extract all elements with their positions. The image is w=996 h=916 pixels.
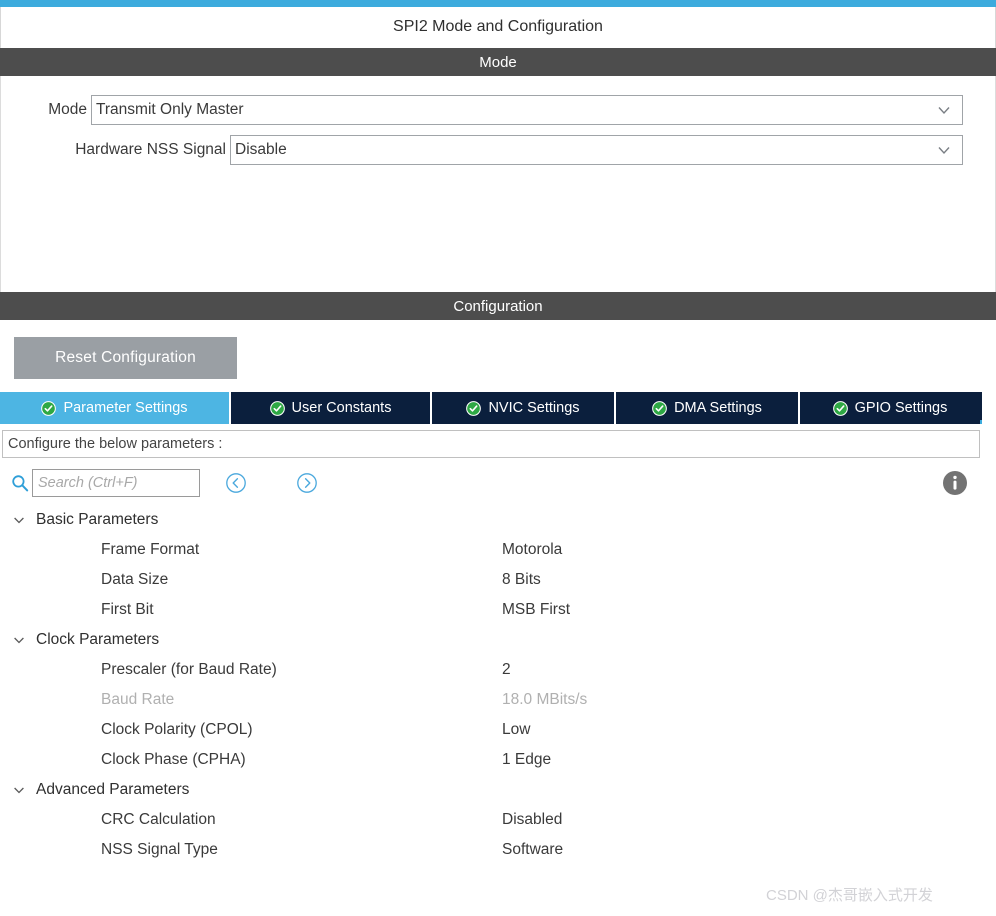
chevron-down-icon: [12, 513, 26, 527]
watermark: CSDN @杰哥嵌入式开发: [766, 887, 933, 904]
hardware-nss-dropdown-value: Disable: [235, 141, 287, 158]
tab-label: NVIC Settings: [488, 400, 580, 416]
mode-section-header: Mode: [0, 48, 996, 76]
parameter-value: 8 Bits: [502, 571, 541, 588]
parameter-value: Software: [502, 841, 564, 858]
tab-label: User Constants: [291, 400, 392, 416]
tab-parameter-settings[interactable]: Parameter Settings: [0, 392, 231, 424]
parameter-value: 18.0 MBits/s: [502, 691, 588, 708]
tree-row[interactable]: Clock Polarity (CPOL) Low: [0, 715, 982, 745]
tab-label: DMA Settings: [674, 400, 762, 416]
search-toolbar: [0, 466, 982, 500]
page-title: SPI2 Mode and Configuration: [0, 7, 996, 47]
mode-dropdown[interactable]: Transmit Only Master: [91, 95, 963, 125]
tree-row: Baud Rate 18.0 MBits/s: [0, 685, 982, 715]
tree-group-label: Basic Parameters: [36, 511, 159, 528]
parameter-value: Low: [502, 721, 531, 738]
configure-hint-box: Configure the below parameters :: [2, 430, 980, 458]
spi-configuration-window: SPI2 Mode and Configuration Mode Mode Tr…: [0, 0, 996, 916]
green-check-icon: [652, 400, 667, 416]
mode-field-row: Mode Transmit Only Master: [1, 95, 963, 125]
settings-tabstrip: Parameter Settings User Constants NVIC S…: [0, 392, 982, 424]
reset-configuration-button[interactable]: Reset Configuration: [14, 337, 237, 379]
chevron-down-icon: [12, 783, 26, 797]
tree-group-label: Clock Parameters: [36, 631, 160, 648]
configuration-body: Reset Configuration Parameter Settings U…: [0, 320, 996, 916]
parameter-tree: Basic Parameters Frame Format Motorola D…: [0, 505, 982, 865]
configure-hint-text: Configure the below parameters :: [8, 436, 223, 452]
mode-field-label: Mode: [48, 101, 87, 118]
green-check-icon: [832, 400, 848, 416]
parameter-name: CRC Calculation: [101, 811, 216, 828]
chevron-down-icon: [12, 633, 26, 647]
parameter-name: Prescaler (for Baud Rate): [101, 661, 277, 678]
tree-row[interactable]: First Bit MSB First: [0, 595, 982, 625]
parameter-name: First Bit: [101, 601, 154, 618]
green-check-icon: [466, 400, 482, 416]
hardware-nss-field-row: Hardware NSS Signal Disable: [1, 135, 963, 165]
tree-group-clock-parameters[interactable]: Clock Parameters: [0, 625, 982, 655]
parameter-value: 2: [502, 661, 511, 678]
tree-row[interactable]: Clock Phase (CPHA) 1 Edge: [0, 745, 982, 775]
tab-dma-settings[interactable]: DMA Settings: [616, 392, 800, 424]
chevron-down-icon: [936, 102, 952, 118]
tab-gpio-settings[interactable]: GPIO Settings: [800, 392, 980, 424]
mode-dropdown-value: Transmit Only Master: [96, 101, 244, 118]
search-icon: [11, 474, 29, 492]
tree-row[interactable]: NSS Signal Type Software: [0, 835, 982, 865]
tree-group-advanced-parameters[interactable]: Advanced Parameters: [0, 775, 982, 805]
parameter-name: Clock Phase (CPHA): [101, 751, 246, 768]
parameter-value: Disabled: [502, 811, 563, 828]
parameter-name: NSS Signal Type: [101, 841, 218, 858]
mode-panel: Mode Transmit Only Master Hardware NSS S…: [0, 76, 996, 292]
parameter-name: Frame Format: [101, 541, 200, 558]
tree-row[interactable]: Frame Format Motorola: [0, 535, 982, 565]
tree-group-basic-parameters[interactable]: Basic Parameters: [0, 505, 982, 535]
tree-group-label: Advanced Parameters: [36, 781, 190, 798]
tab-user-constants[interactable]: User Constants: [231, 392, 432, 424]
top-accent-bar: [0, 0, 996, 7]
search-previous-button[interactable]: [225, 472, 247, 494]
configuration-section-header: Configuration: [0, 292, 996, 320]
hardware-nss-field-label: Hardware NSS Signal: [75, 141, 226, 158]
green-check-icon: [41, 400, 57, 416]
tree-row[interactable]: Prescaler (for Baud Rate) 2: [0, 655, 982, 685]
tab-nvic-settings[interactable]: NVIC Settings: [432, 392, 616, 424]
parameter-value: MSB First: [502, 601, 571, 618]
tab-label: Parameter Settings: [63, 400, 188, 416]
tree-row[interactable]: CRC Calculation Disabled: [0, 805, 982, 835]
green-check-icon: [269, 400, 285, 416]
hardware-nss-dropdown[interactable]: Disable: [230, 135, 963, 165]
tree-row[interactable]: Data Size 8 Bits: [0, 565, 982, 595]
chevron-down-icon: [936, 142, 952, 158]
parameter-name: Baud Rate: [101, 691, 175, 708]
search-next-button[interactable]: [296, 472, 318, 494]
parameter-value: 1 Edge: [502, 751, 552, 768]
info-icon[interactable]: [942, 470, 968, 496]
tab-label: GPIO Settings: [854, 400, 948, 416]
search-input[interactable]: [32, 469, 200, 497]
parameter-value: Motorola: [502, 541, 563, 558]
parameter-name: Clock Polarity (CPOL): [101, 721, 253, 738]
parameter-name: Data Size: [101, 571, 169, 588]
